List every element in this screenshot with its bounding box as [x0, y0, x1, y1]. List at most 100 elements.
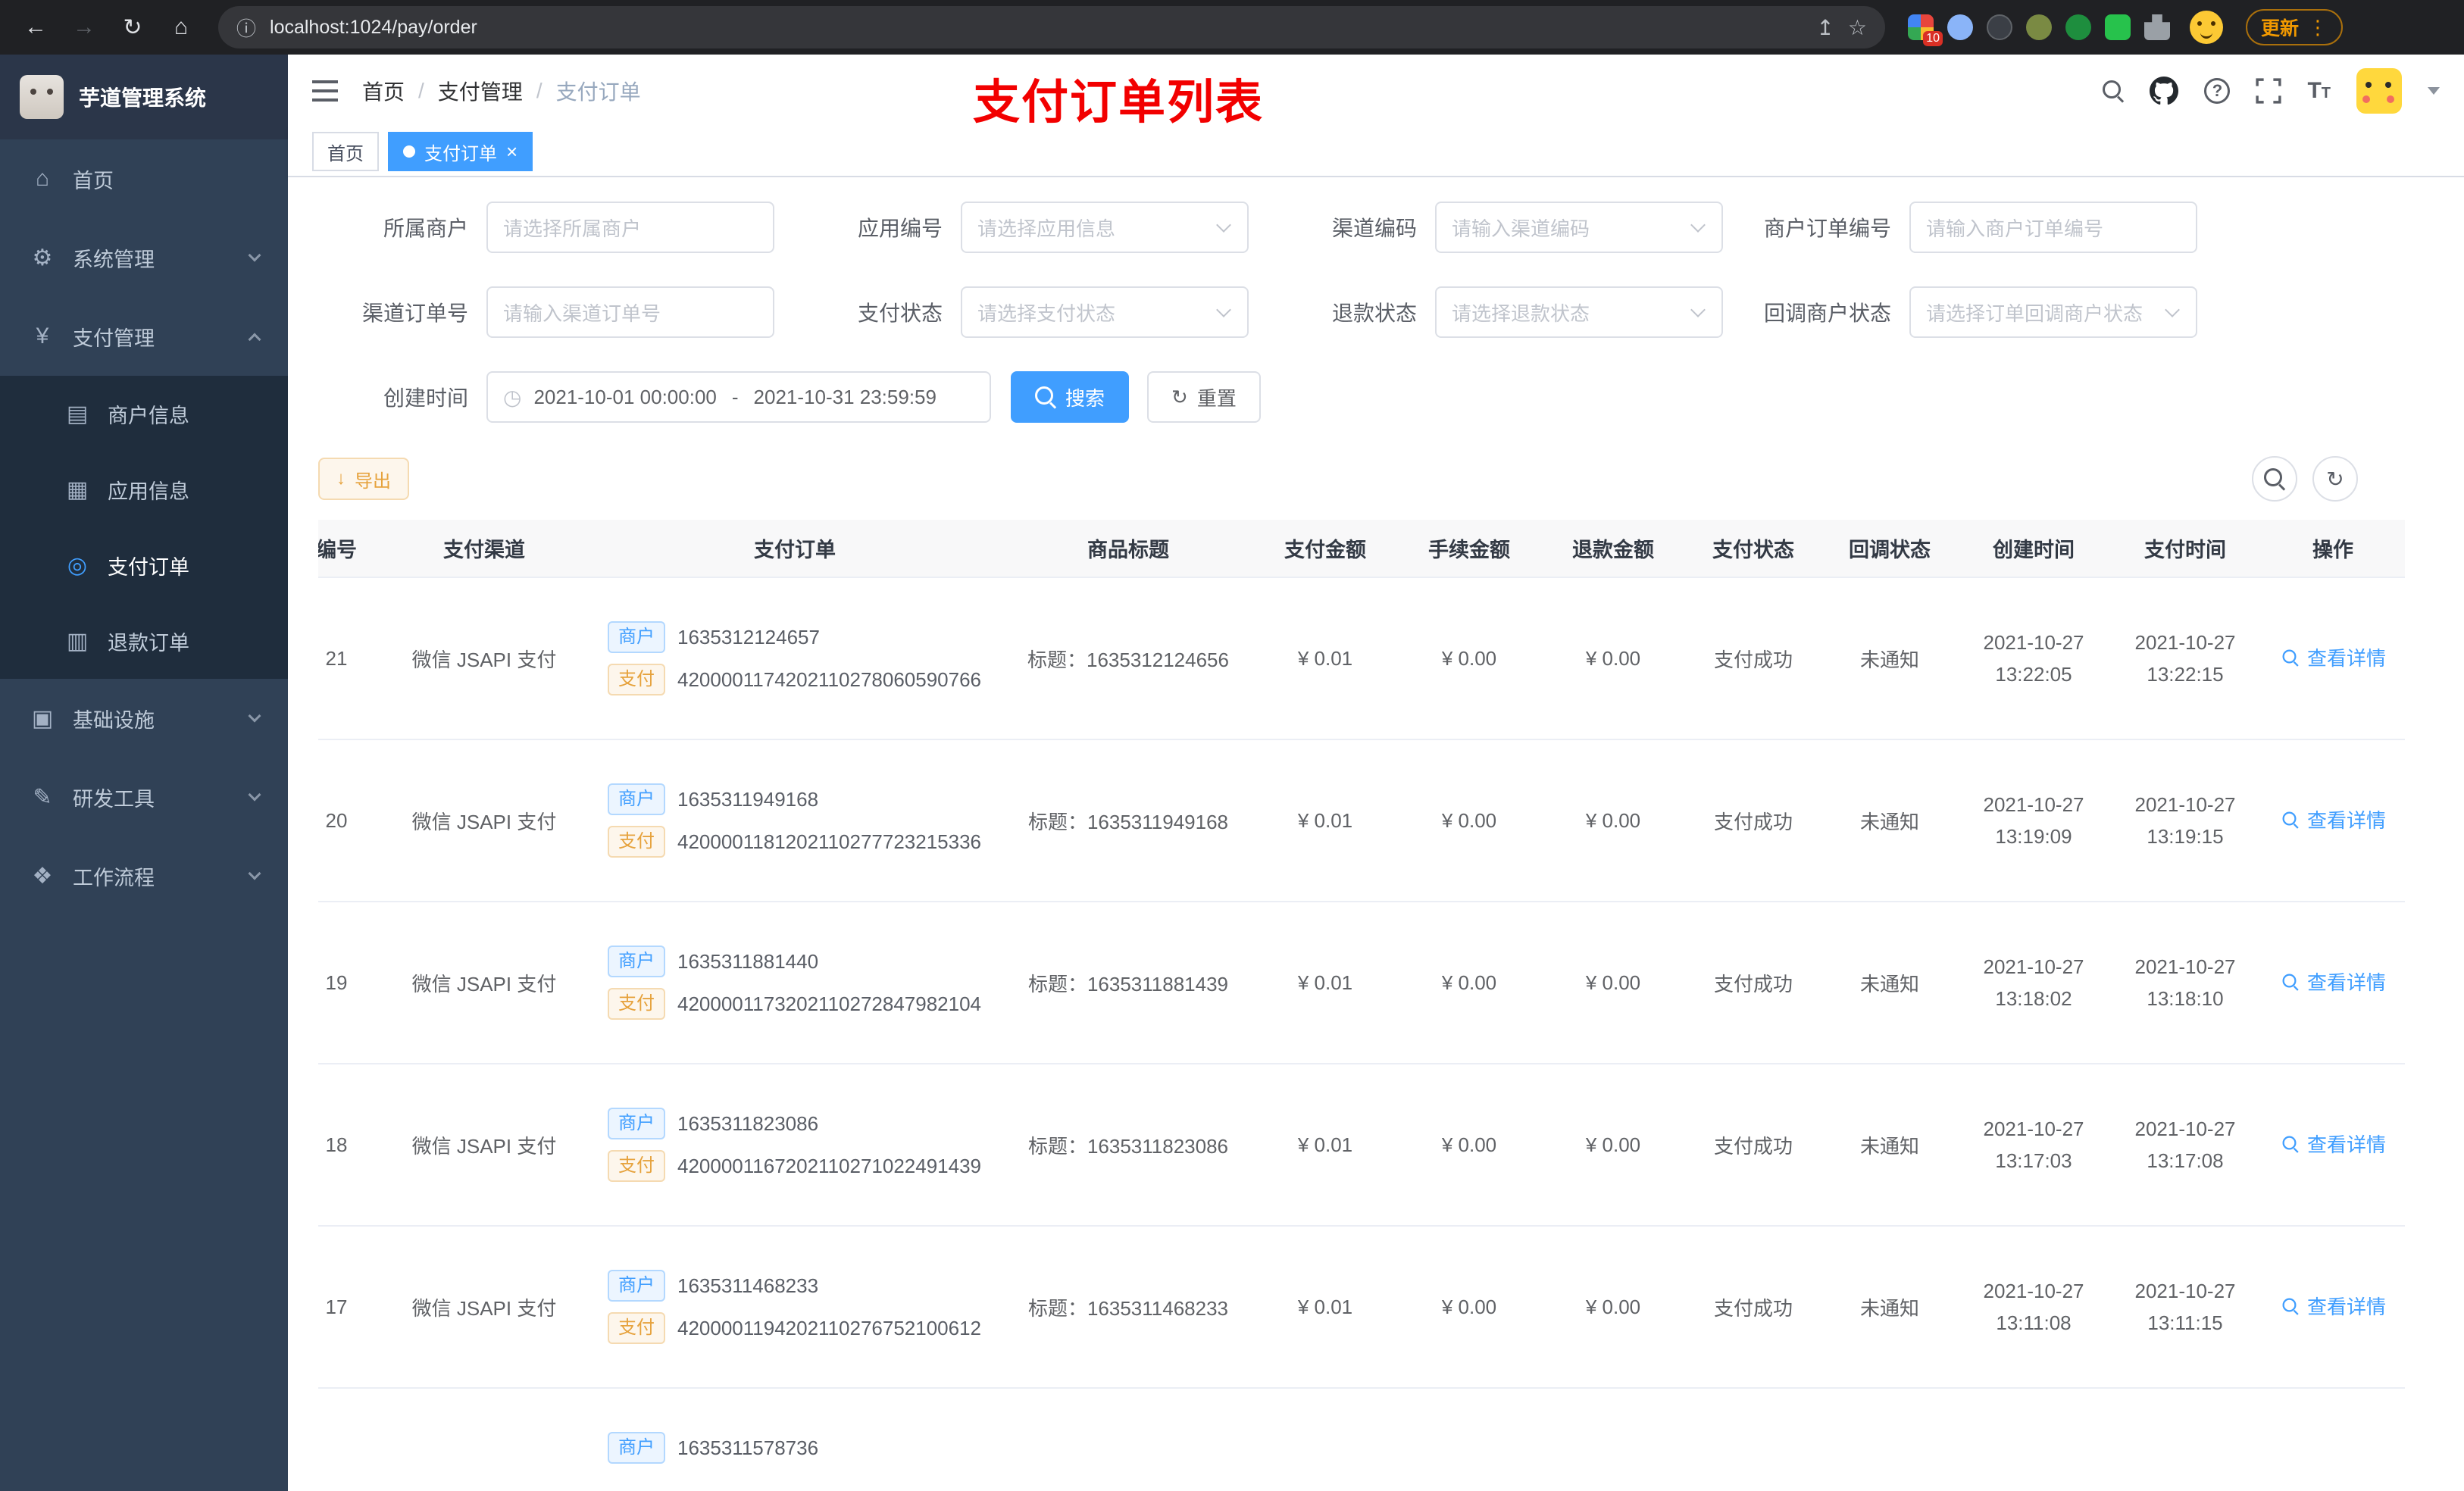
merchant-badge: 商户 — [608, 1270, 665, 1302]
cell-action: 查看详情 — [2261, 577, 2405, 740]
tab-home[interactable]: 首页 — [312, 132, 379, 171]
chevron-icon — [248, 333, 261, 346]
view-detail-link[interactable]: 查看详情 — [2280, 1292, 2386, 1320]
cell-refund — [1541, 1388, 1685, 1491]
search-button[interactable]: 搜索 — [1011, 371, 1130, 423]
pay-order-no: 4200001181202110277723215336 — [677, 830, 982, 853]
search-icon[interactable] — [2103, 80, 2124, 102]
github-icon[interactable] — [2150, 77, 2179, 105]
extension-badge: 10 — [1923, 31, 1943, 46]
back-icon[interactable]: ← — [15, 7, 56, 48]
create-time: 13:11:08 — [1996, 1311, 2072, 1334]
sidebar-item-pay-order[interactable]: ◎ 支付订单 — [0, 527, 288, 603]
filter-form: 所属商户 请选择所属商户 应用编号 请选择应用信息 渠道编码 请输入渠道编码 商户订单编号请… — [318, 202, 2464, 423]
search-button-label: 搜索 — [1065, 386, 1105, 410]
tab-pay-order[interactable]: 支付订单 × — [388, 132, 533, 171]
view-detail-link[interactable]: 查看详情 — [2280, 805, 2386, 833]
address-bar[interactable]: ⓘ localhost:1024/pay/order ↥ ☆ — [218, 6, 1885, 48]
filter-input-channel-order-no[interactable]: 请输入渠道订单号 — [486, 286, 774, 338]
navbar-actions: ? TT — [2103, 68, 2440, 114]
close-icon[interactable]: × — [506, 142, 518, 161]
fullscreen-icon[interactable] — [2256, 78, 2282, 104]
sidebar-item-infra[interactable]: ▣ 基础设施 — [0, 679, 288, 758]
extension-chat-icon[interactable] — [2105, 14, 2131, 40]
reset-button[interactable]: ↻ 重置 — [1147, 371, 1261, 423]
help-icon[interactable]: ? — [2204, 78, 2231, 104]
table-row: 19 微信 JSAPI 支付 商户 1635311881440 支付 4200001173… — [318, 902, 2405, 1064]
merchant-order-no: 1635311949168 — [677, 787, 819, 811]
cell-action: 查看详情 — [2261, 1226, 2405, 1389]
breadcrumb-separator: / — [418, 79, 424, 102]
create-date: 2021-10-27 — [1983, 955, 2084, 978]
export-button[interactable]: ↓ 导出 — [318, 458, 409, 500]
cell-amount: ¥ 0.01 — [1253, 902, 1397, 1064]
pay-order-no: 4200001173202110272847982104 — [677, 992, 982, 1015]
filter-select-app-no[interactable]: 请选择应用信息 — [961, 202, 1249, 253]
cell-notify: 未通知 — [1821, 902, 1958, 1064]
filter-select-pay-status[interactable]: 请选择支付状态 — [961, 286, 1249, 338]
clock-icon: ◷ — [503, 385, 522, 409]
reload-icon[interactable]: ↻ — [112, 7, 153, 48]
cell-amount — [1253, 1388, 1397, 1491]
column-header: 支付订单 — [586, 520, 1003, 578]
merchant-badge: 商户 — [608, 783, 665, 815]
chevron-down-icon[interactable] — [2428, 87, 2440, 95]
breadcrumb-item[interactable]: 支付管理 — [438, 76, 523, 106]
cell-pay-channel: 微信 JSAPI 支付 — [382, 1064, 586, 1227]
filter-label: 所属商户 — [383, 217, 468, 240]
site-info-icon[interactable]: ⓘ — [236, 14, 256, 42]
forward-icon[interactable]: → — [64, 7, 105, 48]
main-area: 首页 / 支付管理 / 支付订单 支付订单列表 ? TT 首页 支付订单 × 所属商户 请选择… — [288, 55, 2464, 1491]
view-detail-link[interactable]: 查看详情 — [2280, 1130, 2386, 1158]
filter-select-refund-status[interactable]: 请选择退款状态 — [1435, 286, 1723, 338]
screen: ← → ↻ ⌂ ⓘ localhost:1024/pay/order ↥ ☆ 1… — [0, 0, 2464, 1491]
home-icon[interactable]: ⌂ — [161, 7, 202, 48]
filter-select-notify-status[interactable]: 请选择订单回调商户状态 — [1909, 286, 2197, 338]
bookmark-star-icon[interactable]: ☆ — [1848, 15, 1867, 40]
search-icon — [2282, 974, 2298, 989]
placeholder-text: 请选择订单回调商户状态 — [1926, 302, 2143, 325]
font-size-icon[interactable]: TT — [2307, 78, 2331, 104]
extension-colorful-icon[interactable]: 10 — [1908, 14, 1943, 46]
cell-pay-channel: 微信 JSAPI 支付 — [382, 1226, 586, 1389]
sidebar-item-merchant-info[interactable]: ▤ 商户信息 — [0, 376, 288, 452]
sidebar-item-workflow[interactable]: ❖ 工作流程 — [0, 836, 288, 915]
extension-green-icon[interactable] — [2065, 14, 2091, 40]
extension-dark-icon[interactable] — [1987, 14, 2012, 40]
breadcrumb-item[interactable]: 首页 — [362, 76, 405, 106]
refresh-table-button[interactable]: ↻ — [2312, 456, 2358, 502]
user-avatar[interactable] — [2356, 68, 2402, 114]
hamburger-icon[interactable] — [312, 80, 338, 102]
view-detail-link[interactable]: 查看详情 — [2280, 643, 2386, 671]
extension-blue-icon[interactable] — [1947, 14, 1973, 40]
chevron-down-icon — [1216, 302, 1231, 317]
sidebar-item-system[interactable]: ⚙ 系统管理 — [0, 218, 288, 297]
filter-input-merchant[interactable]: 请选择所属商户 — [486, 202, 774, 253]
cell-pay-order: 商户 1635311468233 支付 42000011942021102767521… — [586, 1226, 1003, 1389]
cell-pay-order: 商户 1635311823086 支付 42000011672021102710224… — [586, 1064, 1003, 1227]
pay-time: 13:19:15 — [2147, 825, 2224, 848]
browser-profile-avatar[interactable] — [2190, 11, 2223, 44]
sidebar-item-refund-order[interactable]: ▥ 退款订单 — [0, 603, 288, 679]
filter-input-merchant-order-no[interactable]: 请输入商户订单编号 — [1909, 202, 2197, 253]
filter-field-create-time: 创建时间 ◷ 2021-10-01 00:00:00 - 2021-10-31 … — [318, 371, 991, 423]
toggle-search-button[interactable] — [2252, 456, 2297, 502]
view-detail-link[interactable]: 查看详情 — [2280, 967, 2386, 996]
extension-olive-icon[interactable] — [2026, 14, 2052, 40]
date-range-picker[interactable]: ◷ 2021-10-01 00:00:00 - 2021-10-31 23:59… — [486, 371, 991, 423]
sidebar-item-app-info[interactable]: ▦ 应用信息 — [0, 452, 288, 527]
filter-select-channel-code[interactable]: 请输入渠道编码 — [1435, 202, 1723, 253]
sidebar-item-home[interactable]: ⌂ 首页 — [0, 139, 288, 218]
update-button[interactable]: 更新 ⋮ — [2246, 9, 2344, 45]
merchant-order-line: 商户 1635311949168 — [608, 783, 996, 816]
sidebar-item-pay[interactable]: ¥ 支付管理 — [0, 297, 288, 376]
cell-title: 标题：1635312124656 — [1003, 577, 1253, 740]
search-icon — [1035, 386, 1056, 408]
merchant-badge: 商户 — [608, 1108, 665, 1139]
column-header: 商品标题 — [1003, 520, 1253, 578]
sidebar-item-devtools[interactable]: ✎ 研发工具 — [0, 758, 288, 836]
extensions-puzzle-icon[interactable] — [2144, 14, 2170, 40]
share-icon[interactable]: ↥ — [1816, 15, 1834, 40]
cell-pay-channel: 微信 JSAPI 支付 — [382, 577, 586, 740]
cell-pay-time: 2021-10-27 13:17:08 — [2109, 1064, 2261, 1227]
